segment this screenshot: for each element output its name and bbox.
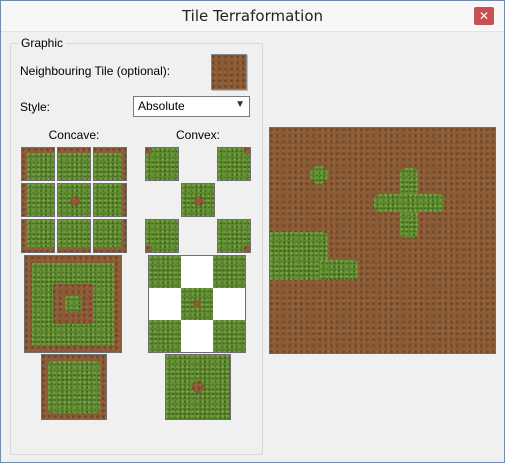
neighbouring-tile-button[interactable] — [211, 54, 247, 90]
convex-tile-se[interactable] — [217, 219, 251, 253]
convex-tile-center[interactable] — [181, 183, 215, 217]
convex-single-tile[interactable] — [165, 354, 231, 420]
style-select[interactable]: Absolute ▼ — [133, 96, 250, 117]
convex-label: Convex: — [175, 128, 221, 142]
concave-tile-nw[interactable] — [21, 147, 55, 181]
convex-preview[interactable] — [148, 255, 246, 353]
concave-label: Concave: — [48, 128, 100, 142]
concave-tile-se[interactable] — [93, 219, 127, 253]
convex-tile-ne[interactable] — [217, 147, 251, 181]
convex-tile-nw[interactable] — [145, 147, 179, 181]
concave-tile-center[interactable] — [57, 183, 91, 217]
close-button[interactable]: ✕ — [474, 7, 494, 25]
title-bar: Tile Terraformation ✕ — [1, 1, 504, 32]
graphic-group-title: Graphic — [18, 36, 67, 50]
concave-tile-sw[interactable] — [21, 219, 55, 253]
concave-tile-ne[interactable] — [93, 147, 127, 181]
concave-preview[interactable] — [24, 255, 122, 353]
convex-tile-sw[interactable] — [145, 219, 179, 253]
concave-tile-w[interactable] — [21, 183, 55, 217]
concave-tile-n[interactable] — [57, 147, 91, 181]
style-label: Style: — [20, 100, 51, 114]
concave-single-tile[interactable] — [41, 354, 107, 420]
neighbouring-tile-label: Neighbouring Tile (optional): — [20, 64, 171, 78]
concave-tile-s[interactable] — [57, 219, 91, 253]
window-title: Tile Terraformation — [181, 7, 324, 25]
tile-terraformation-dialog: Tile Terraformation ✕ Graphic Neighbouri… — [0, 0, 505, 463]
terraformation-preview — [269, 127, 496, 354]
style-select-value: Absolute — [138, 99, 185, 113]
concave-tile-e[interactable] — [93, 183, 127, 217]
chevron-down-icon: ▼ — [235, 99, 245, 110]
close-icon: ✕ — [478, 9, 490, 23]
